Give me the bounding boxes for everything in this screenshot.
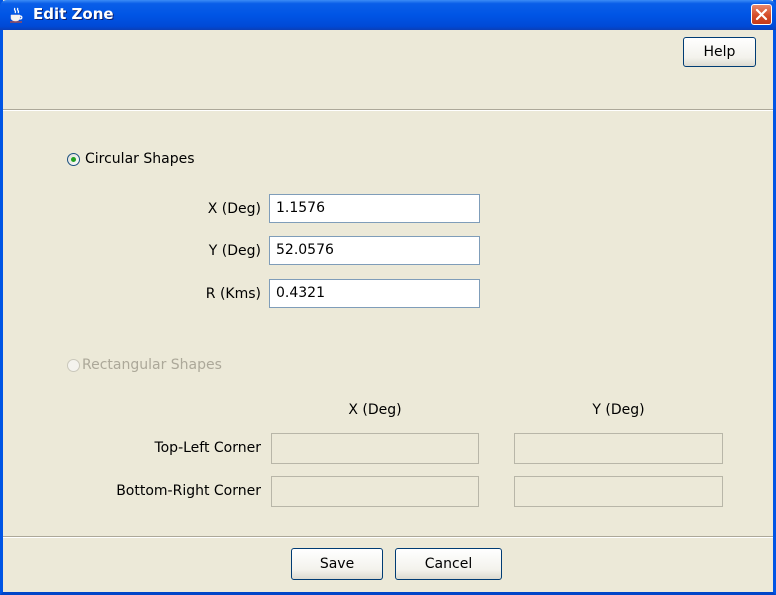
column-header-y-deg: Y (Deg) [592, 402, 645, 418]
circular-shapes-label: Circular Shapes [85, 151, 195, 167]
help-button[interactable]: Help [683, 37, 756, 67]
close-button[interactable] [751, 4, 772, 25]
y-deg-input[interactable]: 52.0576 [269, 236, 480, 265]
x-deg-input[interactable]: 1.1576 [269, 194, 480, 223]
window-title: Edit Zone [33, 5, 114, 23]
top-left-corner-label: Top-Left Corner [154, 440, 261, 456]
close-icon [755, 8, 768, 21]
bottom-right-x-input[interactable] [271, 476, 479, 507]
rectangular-shapes-radio[interactable] [67, 358, 80, 372]
r-kms-label: R (Kms) [205, 286, 261, 302]
circular-shapes-radio[interactable] [67, 152, 80, 166]
bottom-right-y-input[interactable] [514, 476, 723, 507]
rectangular-shapes-label: Rectangular Shapes [82, 357, 222, 373]
circular-shapes-option[interactable]: Circular Shapes [67, 151, 195, 167]
java-coffee-cup-icon [10, 7, 23, 23]
top-left-y-input[interactable] [514, 433, 723, 464]
column-header-x-deg: X (Deg) [348, 402, 402, 418]
footer-bar [3, 536, 773, 593]
x-deg-label: X (Deg) [207, 201, 261, 217]
top-left-x-input[interactable] [271, 433, 479, 464]
rectangular-shapes-option[interactable]: Rectangular Shapes [67, 357, 222, 373]
save-button[interactable]: Save [291, 548, 383, 580]
cancel-button[interactable]: Cancel [395, 548, 502, 580]
r-kms-input[interactable]: 0.4321 [269, 279, 480, 308]
title-bar[interactable]: Edit Zone [0, 0, 776, 30]
y-deg-label: Y (Deg) [208, 243, 261, 259]
top-toolbar [3, 30, 773, 111]
bottom-right-corner-label: Bottom-Right Corner [116, 483, 261, 499]
edit-zone-dialog: Edit Zone Help Circular Shapes X (Deg) 1… [0, 0, 776, 595]
